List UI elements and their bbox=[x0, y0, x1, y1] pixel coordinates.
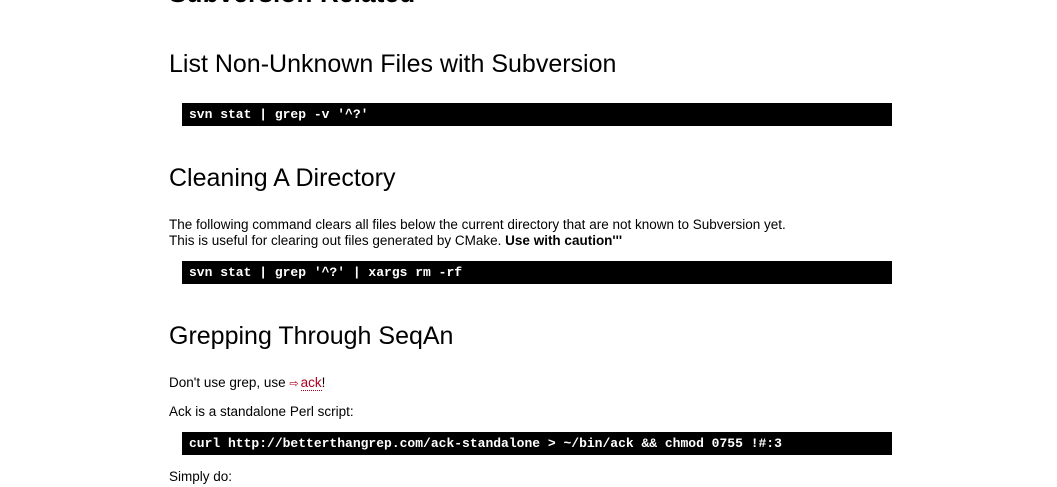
cleaning-description: The following command clears all files b… bbox=[169, 217, 889, 249]
ack-standalone-text: Ack is a standalone Perl script: bbox=[169, 404, 354, 419]
caution-text: Use with caution''' bbox=[505, 233, 623, 248]
cleaning-line2: This is useful for clearing out files ge… bbox=[169, 233, 506, 248]
section-title: Subversion Related bbox=[169, 0, 415, 8]
ack-suffix: ! bbox=[321, 375, 326, 390]
simply-do-text: Simply do: bbox=[169, 469, 233, 484]
code-block-clean: svn stat | grep '^?' | xargs rm -rf bbox=[182, 261, 892, 284]
code-block-curl: curl http://betterthangrep.com/ack-stand… bbox=[182, 432, 892, 455]
heading-grepping: Grepping Through SeqAn bbox=[169, 322, 454, 350]
cleaning-line1: The following command clears all files b… bbox=[169, 217, 786, 232]
ack-link[interactable]: ack bbox=[300, 375, 322, 391]
code-block-svn-stat: svn stat | grep -v '^?' bbox=[182, 103, 892, 126]
heading-list-non-unknown: List Non-Unknown Files with Subversion bbox=[169, 50, 617, 78]
external-link-icon: ⇨ bbox=[289, 378, 299, 390]
ack-recommendation: Don't use grep, use ⇨ ack! bbox=[169, 375, 889, 392]
ack-prefix: Don't use grep, use bbox=[169, 375, 290, 390]
heading-cleaning-directory: Cleaning A Directory bbox=[169, 164, 396, 192]
